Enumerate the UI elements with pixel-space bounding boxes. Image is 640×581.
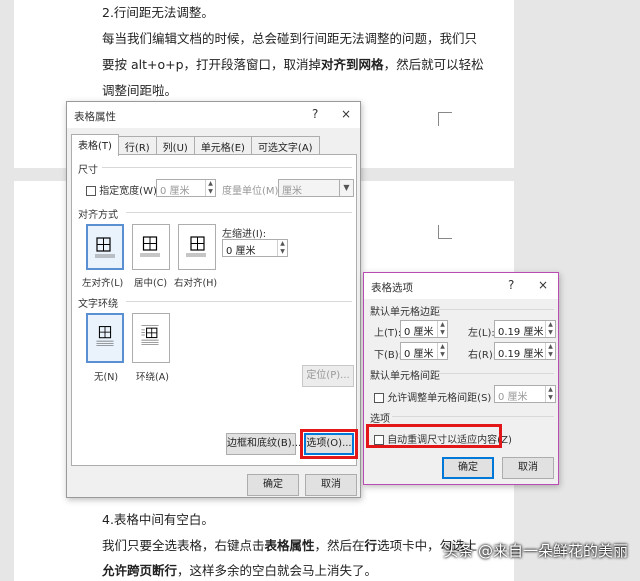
dialog-titlebar[interactable]: 表格属性 ? × xyxy=(67,102,360,128)
align-right-icon xyxy=(186,236,206,257)
align-right-tile[interactable] xyxy=(178,224,216,270)
bottom-margin-value: 0 厘米 xyxy=(404,349,434,360)
allow-spacing-label: 允许调整单元格间距(S) xyxy=(387,393,492,404)
bottom-margin-label: 下(B): xyxy=(374,350,403,361)
paragraph-line: 允许跨页断行，这样多余的空白就会马上消失了。 xyxy=(102,563,378,578)
left-margin-label: 左(L): xyxy=(468,328,495,339)
dialog-titlebar[interactable]: 表格选项 ? × xyxy=(364,273,558,299)
left-margin-value: 0.19 厘米 xyxy=(498,327,544,338)
measure-unit-label: 度量单位(M): xyxy=(222,186,282,197)
measure-unit-value: 厘米 xyxy=(282,186,302,197)
spinner-arrows-icon[interactable]: ▲ ▼ xyxy=(545,343,555,359)
table-properties-dialog: 表格属性 ? × 表格(T) 行(R) 列(U) 单元格(E) 可选文字(A) … xyxy=(66,101,361,498)
tab-row[interactable]: 行(R) xyxy=(117,136,157,155)
cell-margins-section-label: 默认单元格边距 xyxy=(370,307,440,318)
right-margin-spinner[interactable]: 0.19 厘米 ▲ ▼ xyxy=(494,342,556,360)
divider xyxy=(436,309,554,310)
tab-strip: 表格(T) 行(R) 列(U) 单元格(E) 可选文字(A) xyxy=(71,134,320,156)
tab-alt-text[interactable]: 可选文字(A) xyxy=(250,136,320,155)
wrap-around-tile[interactable] xyxy=(132,313,170,363)
spinner-arrows-icon[interactable]: ▲ ▼ xyxy=(277,240,287,256)
top-margin-value: 0 厘米 xyxy=(404,327,434,338)
options-button-highlight xyxy=(300,429,358,459)
spinner-arrows-icon[interactable]: ▲ ▼ xyxy=(205,180,215,196)
spacing-spinner[interactable]: 0 厘米 ▲ ▼ xyxy=(494,385,556,403)
spinner-arrows-icon[interactable]: ▲ ▼ xyxy=(545,386,555,402)
align-left-label: 左对齐(L) xyxy=(82,278,124,289)
autoresize-highlight xyxy=(366,424,502,448)
borders-shading-button[interactable]: 边框和底纹(B)... xyxy=(226,433,301,455)
spinner-arrows-icon[interactable]: ▲ ▼ xyxy=(545,321,555,337)
left-indent-spinner[interactable]: 0 厘米 ▲ ▼ xyxy=(222,239,288,257)
paragraph-line: 我们只要全选表格，右键点击表格属性，然后在行选项卡中，勾选上 xyxy=(102,538,478,553)
cancel-button[interactable]: 取消 xyxy=(305,474,357,496)
help-icon[interactable]: ? xyxy=(312,107,318,121)
width-value: 0 厘米 xyxy=(160,186,190,197)
allow-spacing-row[interactable]: 允许调整单元格间距(S) xyxy=(374,389,491,404)
wrap-none-tile[interactable] xyxy=(86,313,124,363)
help-icon[interactable]: ? xyxy=(508,278,514,292)
watermark: 头条 @来自一朵鲜花的美丽 xyxy=(443,542,628,560)
bottom-margin-spinner[interactable]: 0 厘米 ▲ ▼ xyxy=(400,342,448,360)
specify-width-checkbox[interactable] xyxy=(86,186,96,196)
left-margin-spinner[interactable]: 0.19 厘米 ▲ ▼ xyxy=(494,320,556,338)
indent-label: 左缩进(I): xyxy=(222,229,267,240)
divider xyxy=(102,167,352,168)
top-margin-spinner[interactable]: 0 厘米 ▲ ▼ xyxy=(400,320,448,338)
paragraph-line: 要按 alt+o+p，打开段落窗口，取消掉对齐到网格，然后就可以轻松 xyxy=(102,57,484,72)
cancel-button[interactable]: 取消 xyxy=(502,457,554,479)
chevron-down-icon[interactable]: ▼ xyxy=(339,180,353,196)
align-left-tile[interactable] xyxy=(86,224,124,270)
paragraph-line: 每当我们编辑文档的时候，总会碰到行间距无法调整的问题，我们只 xyxy=(102,31,478,46)
size-section-label: 尺寸 xyxy=(78,165,98,176)
wrap-around-label: 环绕(A) xyxy=(136,372,169,383)
heading-table-blank: 4.表格中间有空白。 xyxy=(102,512,214,527)
divider xyxy=(392,416,554,417)
dialog-title: 表格选项 xyxy=(371,282,413,294)
divider xyxy=(436,373,554,374)
position-button[interactable]: 定位(P)... xyxy=(302,365,354,387)
wrap-around-icon xyxy=(141,325,159,345)
tab-table[interactable]: 表格(T) xyxy=(71,134,119,156)
ok-button[interactable]: 确定 xyxy=(247,474,299,496)
top-margin-label: 上(T): xyxy=(374,328,402,339)
wrap-section-label: 文字环绕 xyxy=(78,299,118,310)
allow-spacing-checkbox[interactable] xyxy=(374,393,384,403)
tab-cell[interactable]: 单元格(E) xyxy=(193,136,252,155)
divider xyxy=(126,301,352,302)
divider xyxy=(126,212,352,213)
paragraph-line: 调整间距啦。 xyxy=(102,83,178,98)
align-left-icon xyxy=(95,237,115,258)
options-section-label: 选项 xyxy=(370,414,390,425)
dialog-title: 表格属性 xyxy=(74,111,116,123)
table-tab-panel: 尺寸 指定宽度(W): 0 厘米 ▲▼ 度量单位(M): 厘米 ▼ 对齐方式 xyxy=(71,154,358,466)
wrap-none-label: 无(N) xyxy=(94,372,119,383)
wrap-none-icon xyxy=(96,326,114,346)
alignment-section-label: 对齐方式 xyxy=(78,210,118,221)
close-icon[interactable]: × xyxy=(538,278,548,292)
table-options-dialog: 表格选项 ? × 默认单元格边距 上(T): 0 厘米 ▲ ▼ 左(L): 0.1… xyxy=(363,272,559,485)
align-center-icon xyxy=(140,236,160,257)
width-spinner[interactable]: 0 厘米 ▲ ▼ xyxy=(156,179,216,197)
align-right-label: 右对齐(H) xyxy=(174,278,218,289)
spacing-value: 0 厘米 xyxy=(498,392,528,403)
specify-width-label: 指定宽度(W): xyxy=(99,186,161,197)
align-center-tile[interactable] xyxy=(132,224,170,270)
close-icon[interactable]: × xyxy=(341,107,351,121)
right-margin-label: 右(R): xyxy=(468,350,497,361)
indent-value: 0 厘米 xyxy=(226,246,256,257)
spinner-arrows-icon[interactable]: ▲ ▼ xyxy=(437,321,447,337)
right-margin-value: 0.19 厘米 xyxy=(498,349,544,360)
margin-corner-mark xyxy=(438,225,452,239)
specify-width-checkbox-row[interactable]: 指定宽度(W): xyxy=(86,182,160,197)
align-center-label: 居中(C) xyxy=(134,278,168,289)
heading-line-spacing: 2.行间距无法调整。 xyxy=(102,5,214,20)
margin-corner-mark xyxy=(438,112,452,126)
tab-column[interactable]: 列(U) xyxy=(155,136,195,155)
ok-button[interactable]: 确定 xyxy=(442,457,494,479)
measure-unit-select[interactable]: 厘米 ▼ xyxy=(278,179,354,197)
cell-spacing-section-label: 默认单元格间距 xyxy=(370,371,440,382)
spinner-arrows-icon[interactable]: ▲ ▼ xyxy=(437,343,447,359)
